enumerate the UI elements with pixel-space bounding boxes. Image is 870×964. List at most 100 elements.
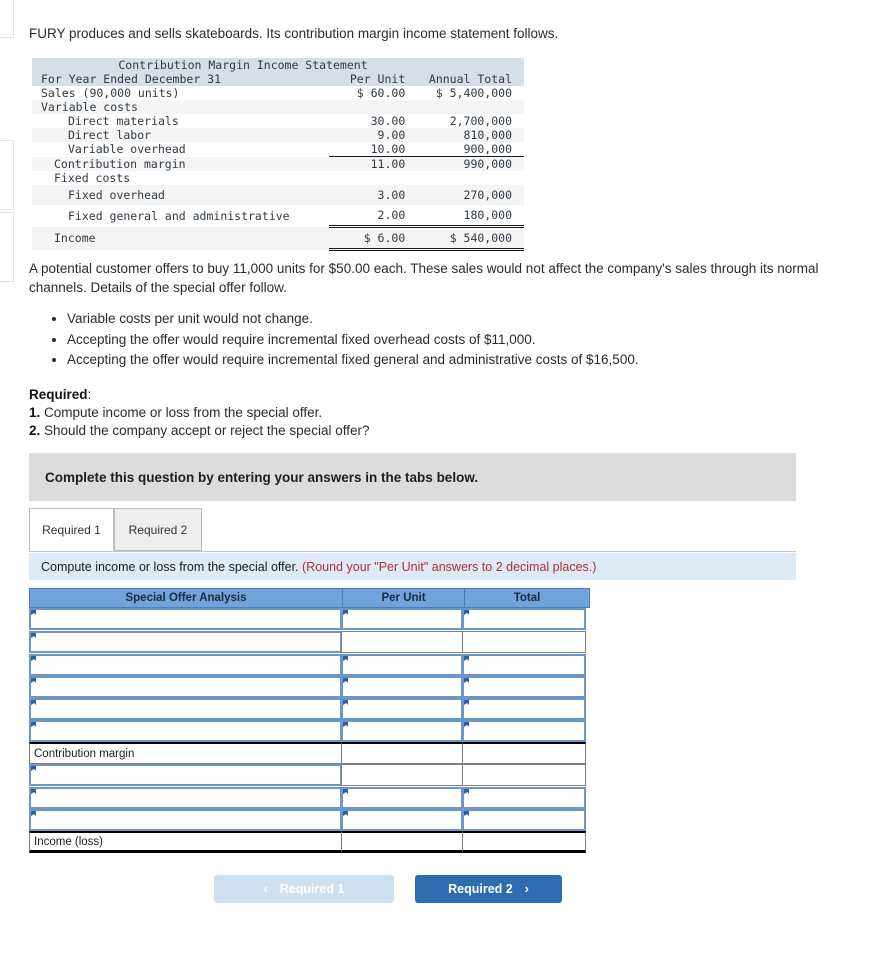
- next-required-2-label: Required 2: [448, 882, 513, 896]
- row-total: 900,000: [415, 142, 524, 157]
- row-per-unit: $ 6.00: [329, 226, 416, 251]
- row-label: Variable overhead: [32, 142, 330, 157]
- table-row: [29, 698, 590, 720]
- row-total: $ 540,000: [415, 226, 524, 251]
- statement-row-direct-materials: Direct materials 30.00 2,700,000: [32, 114, 524, 128]
- label-input-3[interactable]: [29, 654, 342, 676]
- instruction-banner: Complete this question by entering your …: [29, 453, 796, 501]
- required-heading: Required:: [29, 386, 369, 404]
- question-prompt: Compute income or loss from the special …: [29, 560, 596, 574]
- label-input-4[interactable]: [29, 676, 342, 698]
- total-input-3[interactable]: [462, 654, 586, 676]
- label-input-1[interactable]: [29, 608, 342, 630]
- row-total: $ 5,400,000: [415, 86, 524, 100]
- income-loss-total: [462, 831, 586, 853]
- label-input-6[interactable]: [29, 720, 342, 742]
- statement-col-per-unit: Per Unit: [329, 72, 416, 86]
- table-row-income-loss: Income (loss): [29, 831, 590, 853]
- label-input-10[interactable]: [29, 809, 342, 831]
- prev-required-1-button[interactable]: ‹ Required 1: [214, 875, 394, 903]
- contribution-margin-income-statement: Contribution Margin Income Statement For…: [32, 58, 524, 251]
- contribution-margin-total: [462, 742, 586, 764]
- statement-row-variable-overhead: Variable overhead 10.00 900,000: [32, 142, 524, 157]
- grid-header-label: Special Offer Analysis: [30, 589, 343, 607]
- chevron-left-icon: ‹: [263, 882, 268, 896]
- row-label: Contribution margin: [32, 156, 330, 171]
- tab-required-1[interactable]: Required 1: [29, 508, 114, 551]
- chevron-right-icon: ›: [524, 882, 529, 896]
- grid-header-per-unit: Per Unit: [343, 589, 465, 607]
- per-unit-input-5[interactable]: [341, 698, 463, 720]
- total-input-10[interactable]: [462, 809, 586, 831]
- statement-title: Contribution Margin Income Statement: [32, 58, 524, 72]
- row-label: Direct materials: [32, 114, 330, 128]
- row-per-unit: 9.00: [329, 128, 416, 142]
- required-item-2-text: Should the company accept or reject the …: [44, 423, 370, 438]
- label-input-9[interactable]: [29, 787, 342, 809]
- total-input-9[interactable]: [462, 787, 586, 809]
- special-offer-details-list: Variable costs per unit would not change…: [45, 310, 867, 372]
- row-per-unit: $ 60.00: [329, 86, 416, 100]
- table-row: [29, 764, 590, 786]
- row-per-unit: 3.00: [329, 185, 416, 205]
- total-input-4[interactable]: [462, 676, 586, 698]
- next-required-2-button[interactable]: Required 2 ›: [415, 875, 562, 903]
- row-total: 270,000: [415, 185, 524, 205]
- statement-column-header-row: For Year Ended December 31 Per Unit Annu…: [32, 72, 524, 86]
- total-input-6[interactable]: [462, 720, 586, 742]
- row-total: 2,700,000: [415, 114, 524, 128]
- row-total: 810,000: [415, 128, 524, 142]
- required-item-1-text: Compute income or loss from the special …: [44, 405, 323, 420]
- statement-col-annual-total: Annual Total: [415, 72, 524, 86]
- row-per-unit: 2.00: [329, 205, 416, 228]
- total-cell-2: [462, 631, 586, 653]
- required-item-1-number: 1.: [29, 405, 41, 420]
- row-per-unit: 30.00: [329, 114, 416, 128]
- row-label: Fixed general and administrative: [32, 205, 330, 227]
- per-unit-input-9[interactable]: [341, 787, 463, 809]
- list-item: Variable costs per unit would not change…: [67, 310, 867, 329]
- row-total: 180,000: [415, 205, 524, 228]
- row-per-unit: [329, 100, 416, 114]
- question-prompt-text: Compute income or loss from the special …: [41, 559, 299, 574]
- special-offer-paragraph: A potential customer offers to buy 11,00…: [29, 261, 819, 295]
- grid-header-total: Total: [513, 592, 541, 604]
- required-heading-text: Required: [29, 387, 88, 402]
- total-input-5[interactable]: [462, 698, 586, 720]
- table-row: [29, 608, 590, 630]
- per-unit-input-6[interactable]: [341, 720, 463, 742]
- instruction-banner-text: Complete this question by entering your …: [45, 469, 479, 485]
- tab-bar: Required 1 Required 2: [29, 508, 796, 552]
- income-loss-per-unit: [341, 831, 463, 853]
- per-unit-input-1[interactable]: [341, 608, 463, 630]
- label-input-8[interactable]: [29, 764, 342, 786]
- table-row: [29, 787, 590, 809]
- row-label: Income: [32, 226, 330, 250]
- per-unit-input-3[interactable]: [341, 654, 463, 676]
- label-input-2[interactable]: [29, 631, 342, 653]
- row-per-unit: 11.00: [329, 156, 416, 171]
- per-unit-input-10[interactable]: [341, 809, 463, 831]
- row-total: [415, 171, 524, 185]
- statement-row-direct-labor: Direct labor 9.00 810,000: [32, 128, 524, 142]
- table-row: [29, 809, 590, 831]
- table-row: [29, 676, 590, 698]
- per-unit-cell-8: [341, 764, 463, 786]
- container-edge-fragment-mid: [0, 140, 14, 210]
- statement-title-row: Contribution Margin Income Statement: [32, 58, 524, 72]
- row-per-unit: [329, 171, 416, 185]
- per-unit-input-4[interactable]: [341, 676, 463, 698]
- label-input-5[interactable]: [29, 698, 342, 720]
- statement-row-income: Income $ 6.00 $ 540,000: [32, 226, 524, 251]
- list-item: Accepting the offer would require increm…: [67, 331, 867, 350]
- row-label: Fixed overhead: [32, 185, 330, 205]
- required-item-2: 2. Should the company accept or reject t…: [29, 422, 369, 440]
- tab-required-2[interactable]: Required 2: [114, 508, 202, 551]
- tab-bar-rule: [29, 551, 796, 552]
- required-block: Required: 1. Compute income or loss from…: [29, 386, 369, 440]
- row-total: [415, 100, 524, 114]
- special-offer-analysis-grid: Special Offer Analysis Per Unit Total Co…: [29, 588, 590, 853]
- total-input-1[interactable]: [462, 608, 586, 630]
- prev-required-1-label: Required 1: [279, 882, 345, 896]
- intro-paragraph: FURY produces and sells skateboards. Its…: [29, 26, 559, 41]
